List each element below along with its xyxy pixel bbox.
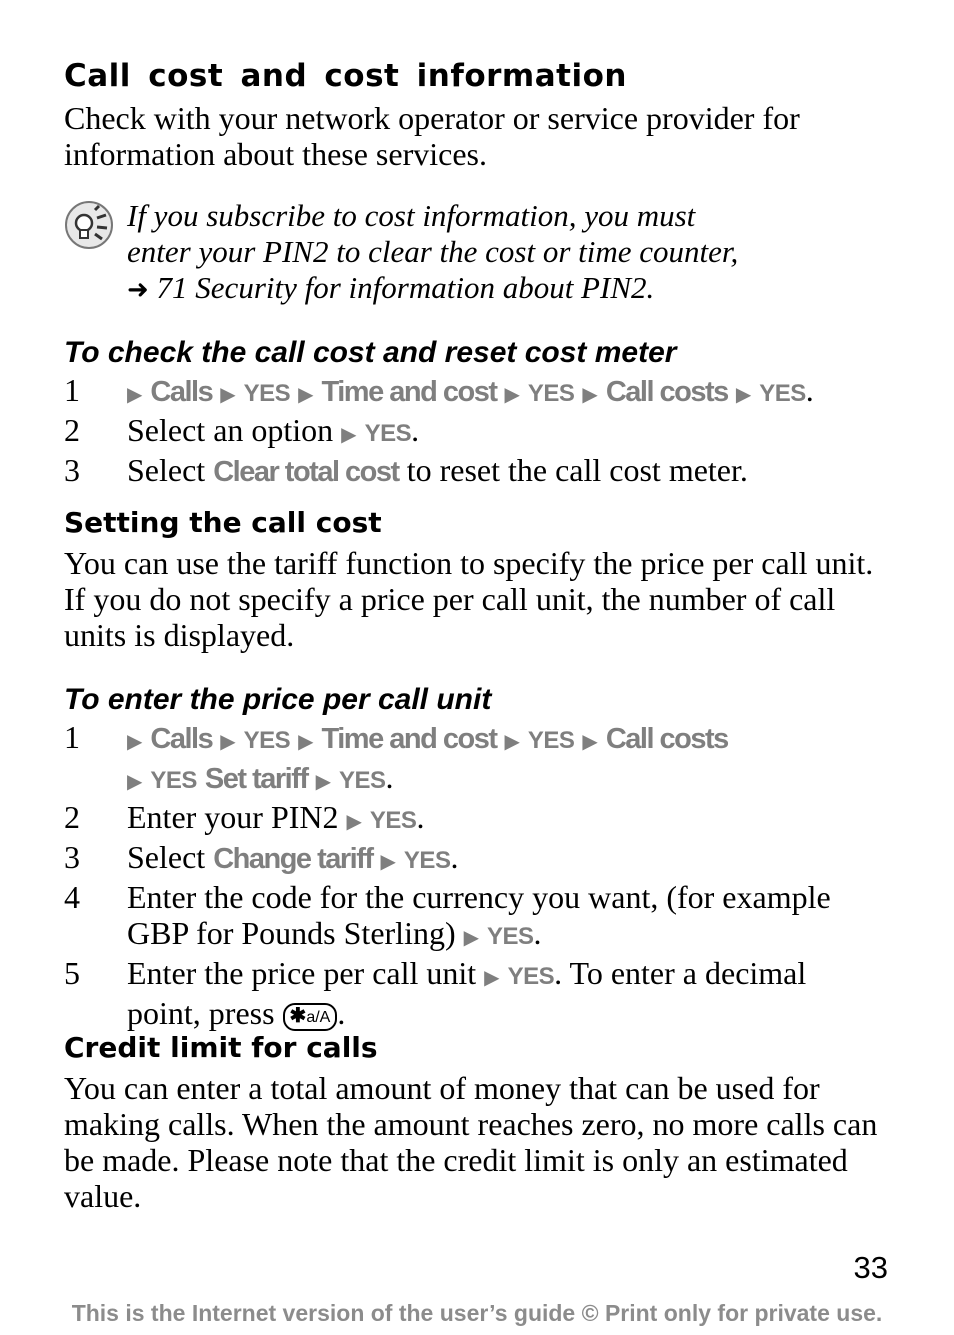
menu-calls[interactable]: Calls	[150, 376, 213, 408]
arrow-icon: ▶	[127, 729, 143, 753]
star-key-icon[interactable]: ✱a/A	[282, 1003, 338, 1031]
step-5: 5 Enter the price per call unit ▶ YES. T…	[64, 955, 807, 1031]
section-heading-setting-call-cost: Setting the call cost	[64, 506, 382, 539]
arrow-icon: ▶	[315, 769, 331, 793]
arrow-icon: ▶	[346, 809, 362, 833]
arrow-icon: ▶	[735, 382, 752, 406]
footer-notice: This is the Internet version of the user…	[71, 1300, 883, 1326]
menu-set-tariff[interactable]: Set tariff	[205, 763, 309, 795]
step-1: 1 ▶ Calls ▶ YES ▶ Time and cost ▶ YES ▶ …	[64, 372, 814, 408]
arrow-icon: ▶	[220, 382, 236, 406]
yes-key[interactable]: YES	[365, 420, 412, 447]
step-3: 3 Select Change tariff ▶ YES.	[64, 839, 459, 875]
arrow-icon: ▶	[380, 849, 396, 873]
yes-key[interactable]: YES	[244, 727, 291, 754]
arrow-icon: ▶	[582, 729, 598, 753]
yes-key[interactable]: YES	[759, 380, 806, 407]
arrow-icon: ▶	[484, 965, 500, 989]
section-heading-enter-price: To enter the price per call unit	[64, 683, 492, 716]
setting-call-cost-paragraph: You can use the tariff function to speci…	[64, 545, 874, 653]
page-title: Call cost and cost information	[64, 58, 627, 94]
menu-calls[interactable]: Calls	[150, 723, 213, 755]
steps-check-call-cost: 1 ▶ Calls ▶ YES ▶ Time and cost ▶ YES ▶ …	[64, 372, 897, 490]
lightbulb-tip-icon	[65, 201, 113, 249]
step-1: 1 ▶ Calls ▶ YES ▶ Time and cost ▶ YES ▶ …	[64, 719, 730, 795]
intro-paragraph: Check with your network operator or serv…	[64, 100, 800, 172]
credit-limit-paragraph: You can enter a total amount of money th…	[64, 1070, 878, 1214]
page-number: 33	[853, 1250, 888, 1285]
step-4: 4 Enter the code for the currency you wa…	[64, 879, 831, 951]
yes-key[interactable]: YES	[508, 963, 555, 990]
arrow-icon: ▶	[463, 925, 479, 949]
section-heading-credit-limit: Credit limit for calls	[64, 1031, 378, 1064]
arrow-icon: ▶	[504, 729, 520, 753]
step-2: 2 Enter your PIN2 ▶ YES.	[64, 799, 425, 835]
step-3: 3 Select Clear total cost to reset the c…	[64, 452, 748, 488]
reference-arrow-icon: ➜	[127, 275, 149, 305]
arrow-icon: ▶	[298, 729, 314, 753]
arrow-icon: ▶	[127, 382, 143, 406]
menu-clear-total-cost[interactable]: Clear total cost	[213, 456, 400, 488]
section-heading-check-call-cost: To check the call cost and reset cost me…	[64, 336, 677, 369]
yes-key[interactable]: YES	[244, 380, 291, 407]
arrow-icon: ▶	[504, 382, 520, 406]
yes-key[interactable]: YES	[150, 767, 197, 794]
arrow-icon: ▶	[582, 382, 598, 406]
yes-key[interactable]: YES	[528, 727, 575, 754]
menu-call-costs[interactable]: Call costs	[606, 723, 730, 755]
arrow-icon: ▶	[127, 769, 143, 793]
arrow-icon: ▶	[341, 422, 357, 446]
arrow-icon: ▶	[220, 729, 236, 753]
menu-time-and-cost[interactable]: Time and cost	[322, 376, 498, 408]
step-2: 2 Select an option ▶ YES.	[64, 412, 420, 448]
arrow-icon: ▶	[298, 382, 314, 406]
yes-key[interactable]: YES	[528, 380, 575, 407]
menu-change-tariff[interactable]: Change tariff	[213, 843, 374, 875]
yes-key[interactable]: YES	[370, 807, 417, 834]
steps-enter-price: 1 ▶ Calls ▶ YES ▶ Time and cost ▶ YES ▶ …	[64, 719, 897, 1031]
yes-key[interactable]: YES	[487, 923, 534, 950]
yes-key[interactable]: YES	[404, 847, 451, 874]
tip-note: If you subscribe to cost information, yo…	[127, 198, 739, 305]
security-reference-link[interactable]: 71 Security for information about PIN2.	[157, 270, 655, 305]
menu-time-and-cost[interactable]: Time and cost	[322, 723, 498, 755]
yes-key[interactable]: YES	[339, 767, 386, 794]
menu-call-costs[interactable]: Call costs	[606, 376, 730, 408]
